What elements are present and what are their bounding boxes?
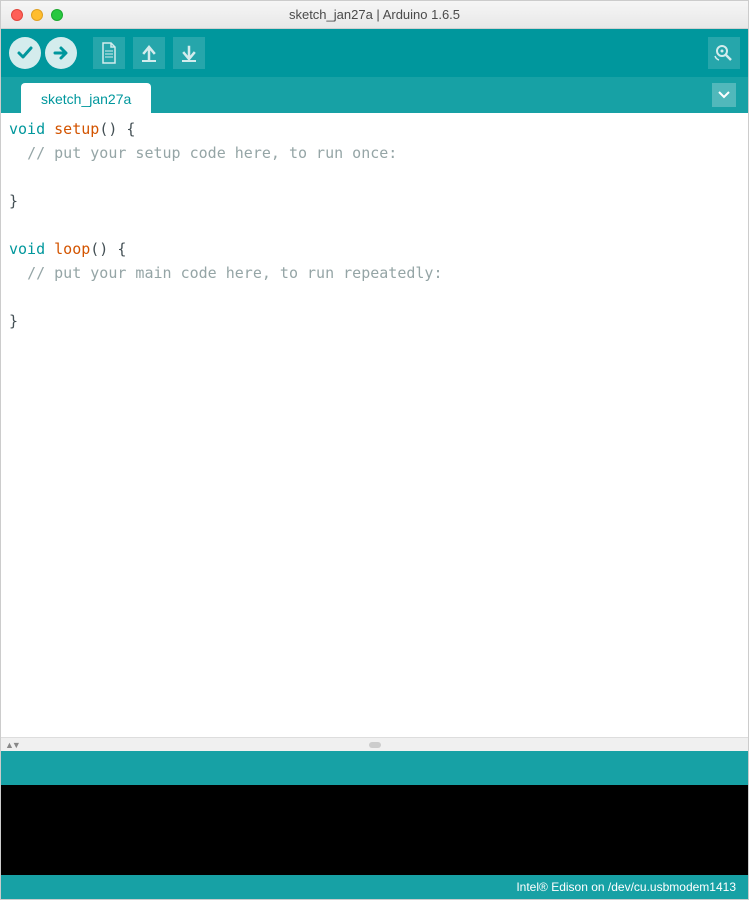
traffic-lights [1,9,63,21]
serial-monitor-icon [713,42,735,64]
editor-line[interactable] [9,285,740,309]
editor-line[interactable]: } [9,309,740,333]
editor-line[interactable]: // put your main code here, to run repea… [9,261,740,285]
zoom-window-button[interactable] [51,9,63,21]
status-bar [1,751,748,785]
editor-line[interactable] [9,165,740,189]
arrow-up-icon [139,43,159,63]
tab-sketch[interactable]: sketch_jan27a [21,83,151,113]
check-icon [16,44,34,62]
splitter-arrows-icon: ▲▼ [5,740,19,750]
close-window-button[interactable] [11,9,23,21]
toolbar [1,29,748,77]
serial-monitor-button[interactable] [708,37,740,69]
titlebar[interactable]: sketch_jan27a | Arduino 1.6.5 [1,1,748,29]
editor-line[interactable]: void loop() { [9,237,740,261]
code-editor[interactable]: void setup() { // put your setup code he… [1,113,748,737]
editor-line[interactable] [9,213,740,237]
window-title: sketch_jan27a | Arduino 1.6.5 [1,7,748,22]
splitter-handle[interactable] [369,742,381,748]
arduino-ide-window: sketch_jan27a | Arduino 1.6.5 [0,0,749,900]
save-sketch-button[interactable] [173,37,205,69]
verify-button[interactable] [9,37,41,69]
upload-button[interactable] [45,37,77,69]
file-icon [99,42,119,64]
arrow-right-icon [52,44,70,62]
splitter[interactable]: ▲▼ [1,737,748,751]
editor-line[interactable]: // put your setup code here, to run once… [9,141,740,165]
chevron-down-icon [718,91,730,99]
arrow-down-icon [179,43,199,63]
open-sketch-button[interactable] [133,37,165,69]
tab-menu-button[interactable] [712,83,736,107]
board-port-info: Intel® Edison on /dev/cu.usbmodem1413 [516,880,736,894]
tabbar: sketch_jan27a [1,77,748,113]
new-sketch-button[interactable] [93,37,125,69]
minimize-window-button[interactable] [31,9,43,21]
editor-line[interactable]: void setup() { [9,117,740,141]
editor-line[interactable]: } [9,189,740,213]
console-output[interactable] [1,785,748,875]
footer: Intel® Edison on /dev/cu.usbmodem1413 [1,875,748,899]
